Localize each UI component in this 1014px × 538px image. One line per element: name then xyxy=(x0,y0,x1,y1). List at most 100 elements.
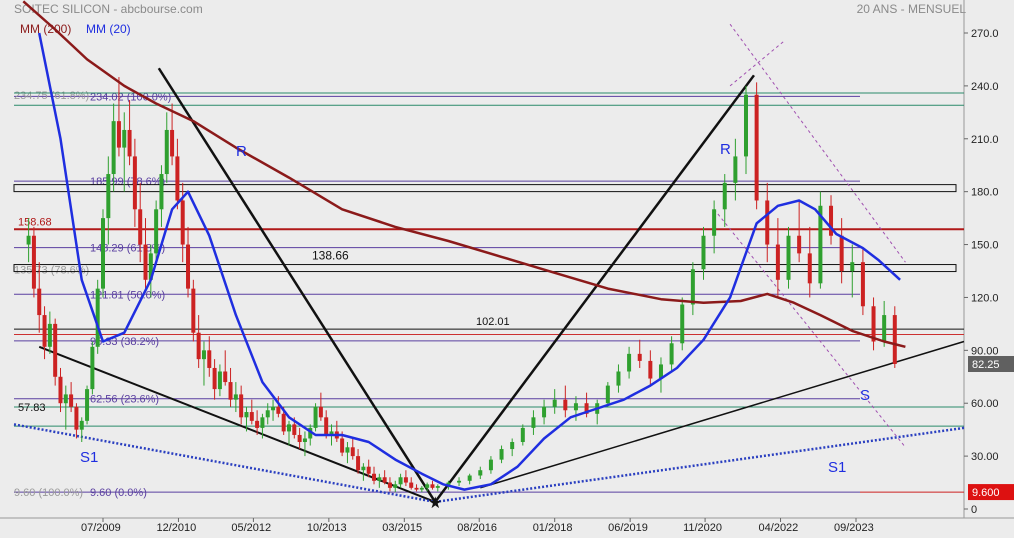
candle-body xyxy=(382,477,387,483)
candle-body xyxy=(249,412,254,421)
candle-body xyxy=(132,156,137,210)
chart-panel: SOITEC SILICON - abcbourse.com 20 ANS - … xyxy=(0,0,1014,538)
candle-body xyxy=(255,420,260,428)
candle-body xyxy=(414,487,419,490)
candle-body xyxy=(276,406,281,414)
fib-label: 185.99 (78.6%) xyxy=(90,176,165,188)
candle-body xyxy=(403,477,408,483)
candle-body xyxy=(201,350,206,360)
trend-line xyxy=(157,67,437,503)
candle-body xyxy=(398,477,403,485)
candle-body xyxy=(520,427,525,443)
candle-body xyxy=(542,406,547,418)
candle-body xyxy=(733,156,738,183)
x-tick-label: 11/2020 xyxy=(683,522,722,534)
candle-body xyxy=(372,473,377,481)
candle-body xyxy=(175,156,180,201)
candle-body xyxy=(154,209,159,254)
candle-body xyxy=(138,209,143,245)
level-label: 102.01 xyxy=(476,316,510,328)
level-label: 138.66 xyxy=(312,249,349,263)
candle-body xyxy=(669,343,674,365)
y-tick-label: 240.0 xyxy=(971,81,999,93)
candle-body xyxy=(244,412,249,418)
candle-body xyxy=(765,200,770,245)
y-tick-label: 60.00 xyxy=(971,398,999,410)
fib-label: 62.56 (23.6%) xyxy=(90,394,159,406)
candle-body xyxy=(754,94,759,201)
candle-body xyxy=(281,413,286,432)
candle-body xyxy=(186,244,191,289)
x-tick-label: 07/2009 xyxy=(81,522,121,534)
low-star-icon: ★ xyxy=(428,495,442,512)
fib-left-label: 9.60 (100.0%) xyxy=(14,487,83,499)
y-tick-label: 90.00 xyxy=(971,345,999,357)
candle-body xyxy=(377,477,382,481)
x-tick-label: 09/2023 xyxy=(834,522,874,534)
candle-body xyxy=(892,315,897,364)
candle-body xyxy=(722,182,727,210)
fib-label: 9.60 (0.0%) xyxy=(90,487,147,499)
candle-body xyxy=(69,394,74,407)
candle-body xyxy=(116,121,121,148)
candle-body xyxy=(743,94,748,157)
candle-body xyxy=(228,382,233,400)
candle-body xyxy=(637,353,642,361)
candle-body xyxy=(356,456,361,471)
candle-body xyxy=(90,346,95,390)
candle-body xyxy=(85,389,90,421)
candle-body xyxy=(797,235,802,254)
y-tick-label: 150.0 xyxy=(971,240,999,252)
candle-body xyxy=(393,484,398,488)
y-tick-label: 210.0 xyxy=(971,134,999,146)
candle-body xyxy=(775,244,780,280)
candle-body xyxy=(882,315,887,342)
candle-body xyxy=(478,470,483,476)
candle-body xyxy=(467,475,472,481)
trend-line xyxy=(434,74,755,503)
candle-body xyxy=(318,406,323,418)
candle-body xyxy=(106,174,111,219)
candle-body xyxy=(180,200,185,245)
y-tick-label: 30.00 xyxy=(971,451,999,463)
candle-body xyxy=(552,399,557,407)
y-tick-label: 270.0 xyxy=(971,28,999,40)
candle-body xyxy=(648,360,653,379)
candle-body xyxy=(159,174,164,210)
candle-body xyxy=(409,482,414,488)
last-price-label: 82.25 xyxy=(972,359,1000,371)
candle-body xyxy=(212,367,217,390)
channel-line xyxy=(729,41,784,87)
candle-body xyxy=(63,394,68,404)
candle-body xyxy=(122,129,127,148)
x-tick-label: 03/2015 xyxy=(382,522,422,534)
trend-line xyxy=(480,340,965,489)
candle-body xyxy=(302,438,307,443)
annotation-s: S xyxy=(860,387,870,404)
candle-body xyxy=(419,487,424,490)
annotation-r: R xyxy=(236,143,247,160)
y-tick-label: 0 xyxy=(971,504,977,516)
candle-body xyxy=(74,406,79,430)
candle-body xyxy=(313,406,318,428)
candle-body xyxy=(101,218,105,289)
fib-label: 121.81 (50.0%) xyxy=(90,289,165,301)
candle-body xyxy=(260,417,265,428)
candle-body xyxy=(53,323,58,377)
candle-body xyxy=(26,235,31,245)
candle-body xyxy=(627,353,632,372)
annotation-r: R xyxy=(720,141,731,158)
candle-body xyxy=(271,406,276,411)
candle-body xyxy=(807,253,812,284)
candle-body xyxy=(573,403,578,411)
candle-body xyxy=(265,410,270,418)
candle-body xyxy=(286,424,291,432)
dotted-support-line xyxy=(434,426,965,504)
candle-body xyxy=(430,484,435,488)
candle-body xyxy=(387,482,392,488)
candle-body xyxy=(31,235,36,289)
x-tick-label: 08/2016 xyxy=(457,522,497,534)
annotation-s1: S1 xyxy=(80,449,98,466)
candle-body xyxy=(196,332,201,360)
x-tick-label: 12/2010 xyxy=(156,522,196,534)
